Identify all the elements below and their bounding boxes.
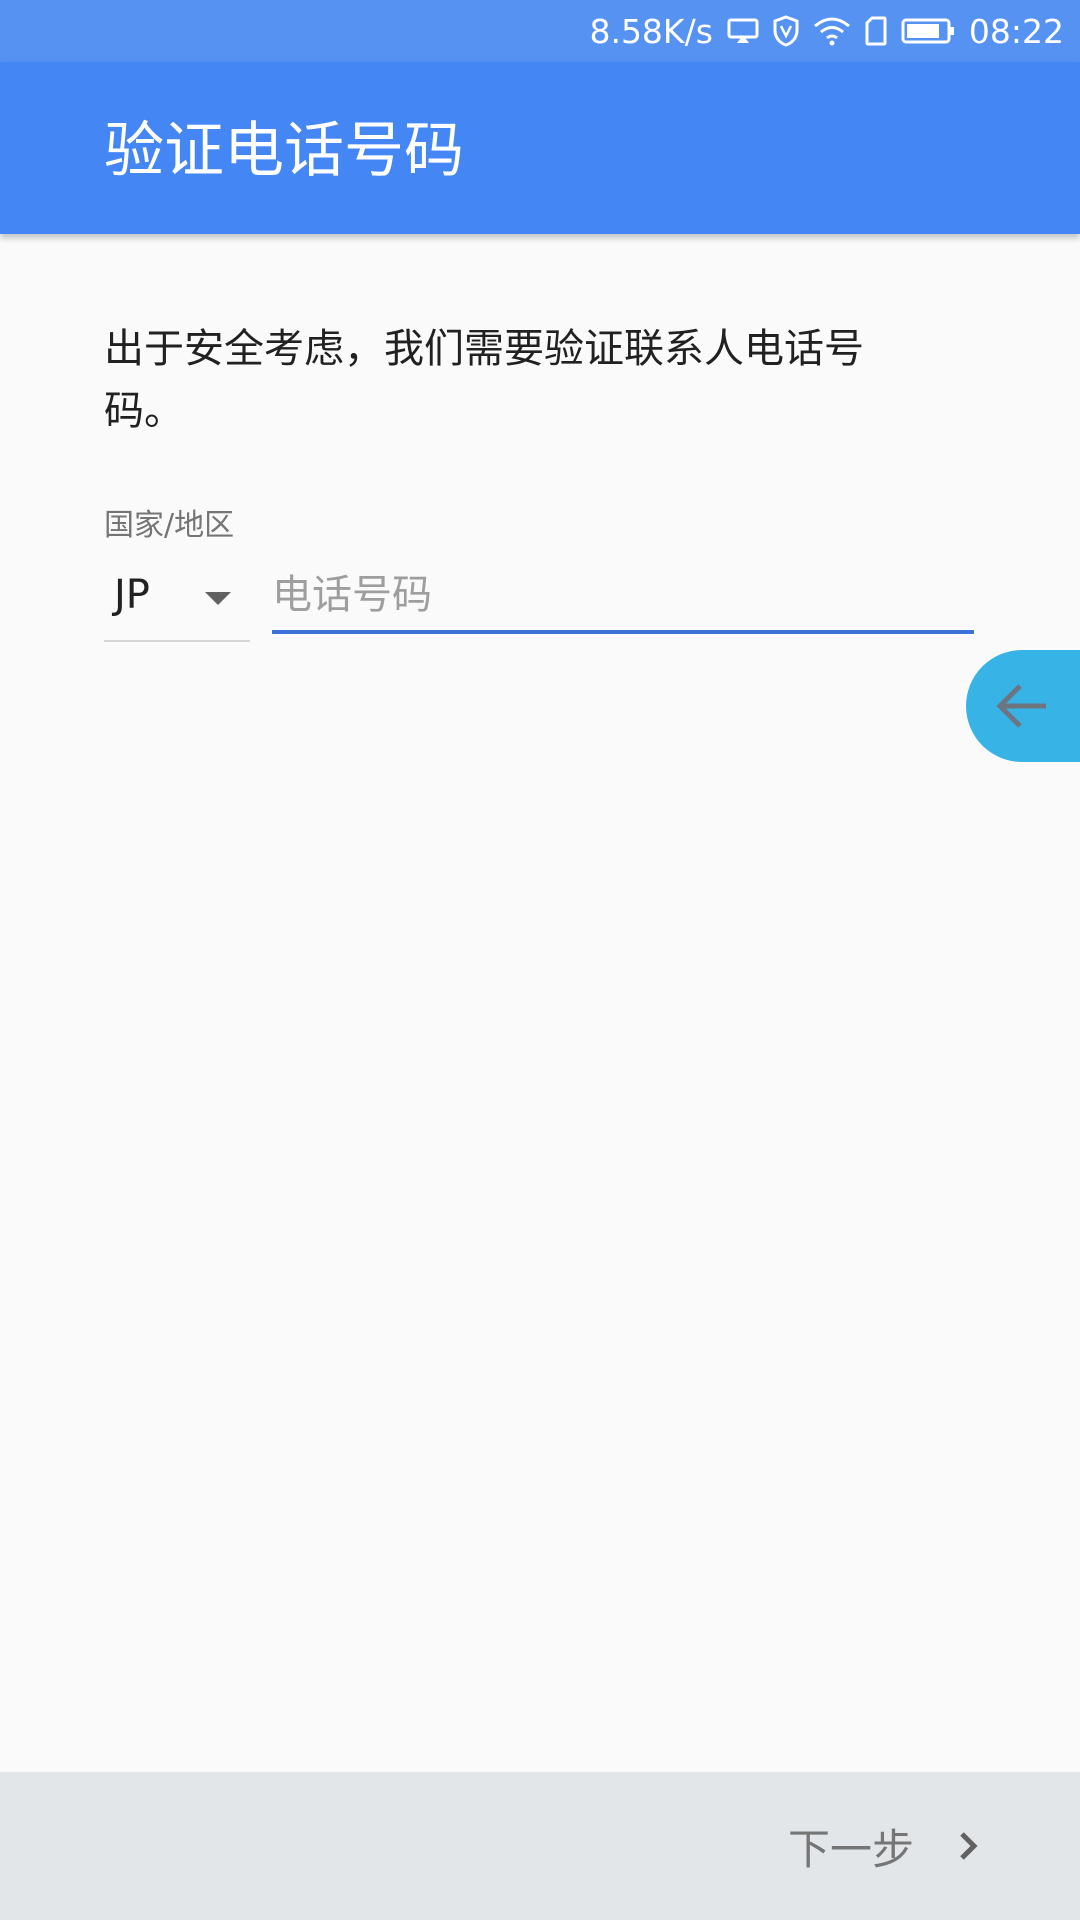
page-title: 验证电话号码 bbox=[104, 116, 464, 186]
bottom-bar: 下一步 bbox=[0, 1772, 1080, 1920]
battery-icon bbox=[901, 17, 955, 45]
country-dropdown[interactable]: JP bbox=[104, 560, 250, 642]
app-bar: 验证电话号码 bbox=[0, 62, 1080, 234]
back-button[interactable] bbox=[966, 650, 1080, 762]
dropdown-caret-icon bbox=[205, 592, 231, 605]
description-text: 出于安全考虑，我们需要验证联系人电话号码。 bbox=[104, 326, 864, 434]
wifi-icon bbox=[813, 16, 851, 46]
status-bar: 8.58K/s 08:22 bbox=[0, 0, 1080, 62]
next-button[interactable]: 下一步 bbox=[788, 1814, 980, 1878]
sim-card-icon bbox=[865, 16, 887, 46]
chevron-right-icon bbox=[960, 1832, 978, 1860]
network-speed: 8.58K/s bbox=[589, 11, 713, 51]
vpn-shield-icon bbox=[773, 15, 799, 47]
country-value: JP bbox=[114, 572, 150, 618]
country-label: 国家/地区 bbox=[104, 508, 235, 543]
status-time: 08:22 bbox=[968, 11, 1064, 51]
arrow-left-icon bbox=[996, 684, 1046, 728]
phone-number-input[interactable] bbox=[272, 560, 974, 634]
next-label: 下一步 bbox=[787, 1824, 914, 1874]
status-icons: 8.58K/s 08:22 bbox=[589, 0, 1064, 62]
cast-icon bbox=[727, 17, 759, 45]
